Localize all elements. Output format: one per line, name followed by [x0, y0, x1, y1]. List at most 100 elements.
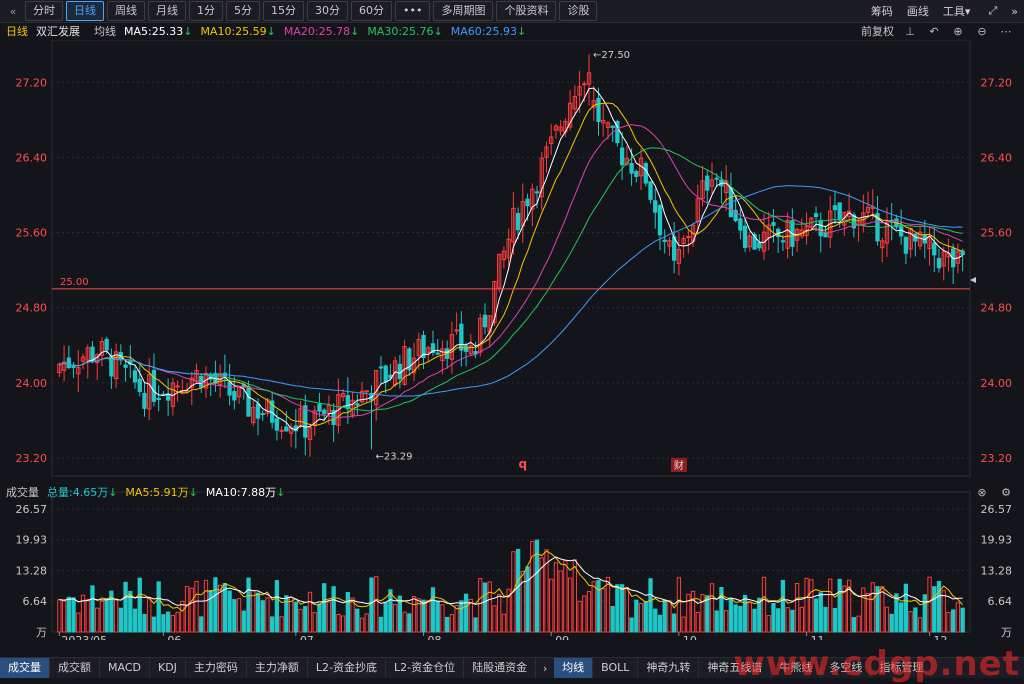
indicator-name[interactable]: 均线 [94, 23, 116, 39]
volume-bar [430, 587, 436, 633]
ma-info-bar: 日线 双汇发展 均线 MA5:25.33↓ MA10:25.59↓ MA20:2… [0, 22, 1024, 40]
price-chart[interactable]: 27.20 27.20 26.40 26.40 25.60 25.60 24.80 24.80… [0, 40, 1024, 640]
candle-down [156, 397, 161, 400]
tab-4[interactable]: 1分 [189, 1, 223, 21]
candle-down [903, 236, 909, 254]
volume-bar [473, 617, 478, 633]
overlay-tab-0[interactable]: 均线 [554, 658, 594, 678]
marker-q[interactable]: q [519, 457, 528, 471]
volume-bar [577, 600, 582, 633]
tab-3[interactable]: 月线 [148, 1, 186, 21]
volume-bar [558, 570, 563, 633]
volume-bar [435, 601, 440, 633]
fullscreen-icon[interactable]: ⤢ [988, 4, 997, 18]
volume-tick-right: 万 [1001, 626, 1012, 639]
indicator-tab-5[interactable]: 主力净额 [247, 658, 308, 678]
candle-down [705, 175, 710, 191]
volume-bar [813, 598, 819, 633]
indicator-tab-2[interactable]: MACD [100, 658, 150, 678]
tab-8[interactable]: 60分 [351, 1, 392, 21]
tab-5[interactable]: 5分 [226, 1, 260, 21]
volume-bar [903, 583, 909, 633]
tab-12[interactable]: 诊股 [559, 1, 598, 21]
price-tick-left: 23.20 [16, 452, 48, 465]
zoom-out-icon[interactable]: ⊖ [976, 25, 988, 38]
more-icon[interactable]: ⋯ [1000, 25, 1012, 38]
volume-ma5-text: MA5:5.91万 [125, 486, 189, 499]
price-tick-right: 26.40 [981, 151, 1013, 164]
tab-1[interactable]: 日线 [66, 1, 104, 21]
indicator-tab-6[interactable]: L2-资金抄底 [308, 658, 387, 678]
indicator-tabs: 成交量 成交额 MACD KDJ 主力密码 主力净额 L2-资金抄底 L2-资金仓位 陆股通资金 [0, 658, 537, 678]
settings-icon[interactable]: ⚙ [1000, 486, 1012, 499]
tab-10[interactable]: 多周期图 [433, 1, 494, 21]
collapse-left-icon[interactable]: « [4, 5, 22, 18]
chevron-right-icon[interactable]: › [536, 662, 554, 675]
volume-bar [189, 587, 194, 633]
ma5-text: MA5:25.33 [124, 24, 184, 38]
indicator-tab-7[interactable]: L2-资金仓位 [386, 658, 465, 678]
candle-down [345, 395, 350, 410]
tab-0[interactable]: 分时 [25, 1, 63, 21]
volume-bar [596, 579, 601, 633]
volume-bar [549, 578, 554, 633]
candle-down [780, 240, 786, 243]
indicator-tab-0[interactable]: 成交量 [0, 658, 50, 678]
candle-down [435, 352, 440, 355]
tab-11[interactable]: 个股资料 [496, 1, 557, 21]
volume-bar [884, 606, 890, 633]
candle-down [317, 403, 322, 412]
indicator-tab-8[interactable]: 陆股通资金 [464, 658, 537, 678]
zoom-in-icon[interactable]: ⊕ [952, 25, 964, 38]
indicator-tab-3[interactable]: KDJ [150, 658, 186, 678]
tab-7[interactable]: 30分 [307, 1, 348, 21]
chips-button[interactable]: 筹码 [871, 3, 893, 19]
volume-bar [213, 577, 218, 633]
overlay-tab-2[interactable]: 神奇九转 [638, 658, 700, 678]
close-icon[interactable]: ⊗ [976, 486, 988, 499]
volume-bar [837, 578, 842, 633]
collapse-icon[interactable]: » [1011, 5, 1018, 18]
volume-bar [728, 598, 734, 633]
volume-bar [383, 602, 388, 633]
volume-bar [520, 571, 525, 633]
volume-bar [317, 603, 322, 633]
ma60-line [59, 185, 963, 397]
overlay-tab-1[interactable]: BOLL [593, 658, 639, 678]
volume-tick-right: 13.28 [981, 564, 1013, 577]
tab-2[interactable]: 周线 [107, 1, 145, 21]
volume-bar [440, 604, 445, 633]
volume-bar [151, 616, 157, 633]
watermark: www.cdgp.net [733, 644, 1020, 684]
finance-marker[interactable]: 财 [674, 459, 684, 472]
indicator-tab-1[interactable]: 成交额 [50, 658, 100, 678]
candle-down [932, 242, 937, 256]
volume-bar [203, 579, 209, 633]
volume-bar [941, 590, 946, 633]
volume-bar [445, 616, 450, 633]
indicator-tab-4[interactable]: 主力密码 [186, 658, 247, 678]
volume-bar [270, 616, 275, 633]
volume-bar [374, 576, 379, 633]
volume-bar [142, 613, 147, 633]
tab-9[interactable]: ••• [395, 1, 431, 21]
volume-bar [629, 617, 634, 633]
tab-6[interactable]: 15分 [263, 1, 304, 21]
pin-icon[interactable]: ⊥ [904, 25, 916, 38]
adjust-mode[interactable]: 前复权 [861, 23, 894, 39]
volume-bar [653, 608, 658, 633]
candle-down [151, 369, 157, 402]
volume-bar [76, 612, 81, 633]
volume-bar [340, 615, 346, 633]
volume-bar [951, 609, 956, 633]
volume-tick-right: 6.64 [988, 595, 1013, 608]
undo-icon[interactable]: ↶ [928, 25, 940, 38]
volume-bar [828, 578, 833, 633]
price-tick-left: 24.80 [16, 302, 48, 315]
volume-tick-left: 6.64 [23, 595, 48, 608]
tools-menu-button[interactable]: 工具▾ [943, 3, 971, 19]
date-label: 10 [683, 634, 697, 640]
top-tab-bar: « 分时 日线 周线 月线 1分 5分 15分 30分 60分 ••• 多周期图 个股资料 诊股 筹码 … [0, 0, 1024, 23]
candle-down [322, 409, 327, 415]
draw-line-button[interactable]: 画线 [907, 3, 929, 19]
